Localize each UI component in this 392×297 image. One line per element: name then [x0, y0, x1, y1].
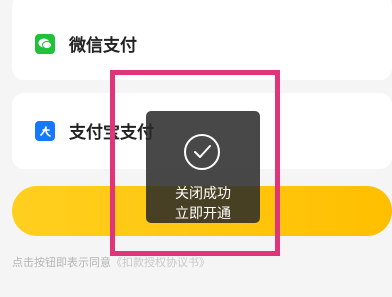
alipay-label: 支付宝支付: [69, 123, 154, 143]
check-circle-icon: [184, 134, 220, 170]
wechat-pay-icon: [35, 33, 55, 54]
toast-line-2: 立即开通: [175, 206, 231, 222]
agreement-notice: 点击按钮即表示同意《扣款授权协议书》: [12, 254, 210, 270]
wechat-pay-option[interactable]: 微信支付: [12, 0, 392, 80]
toast-message: 关闭成功 立即开通: [146, 111, 260, 223]
wechat-pay-label: 微信支付: [69, 36, 137, 56]
agreement-prefix: 点击按钮即表示同意: [12, 256, 111, 269]
alipay-row: 支付宝支付: [35, 118, 154, 143]
wechat-pay-row: 微信支付: [35, 31, 137, 56]
alipay-icon: [35, 120, 55, 141]
toast-line-1: 关闭成功: [175, 186, 231, 202]
agreement-link[interactable]: 《扣款授权协议书》: [111, 256, 210, 269]
